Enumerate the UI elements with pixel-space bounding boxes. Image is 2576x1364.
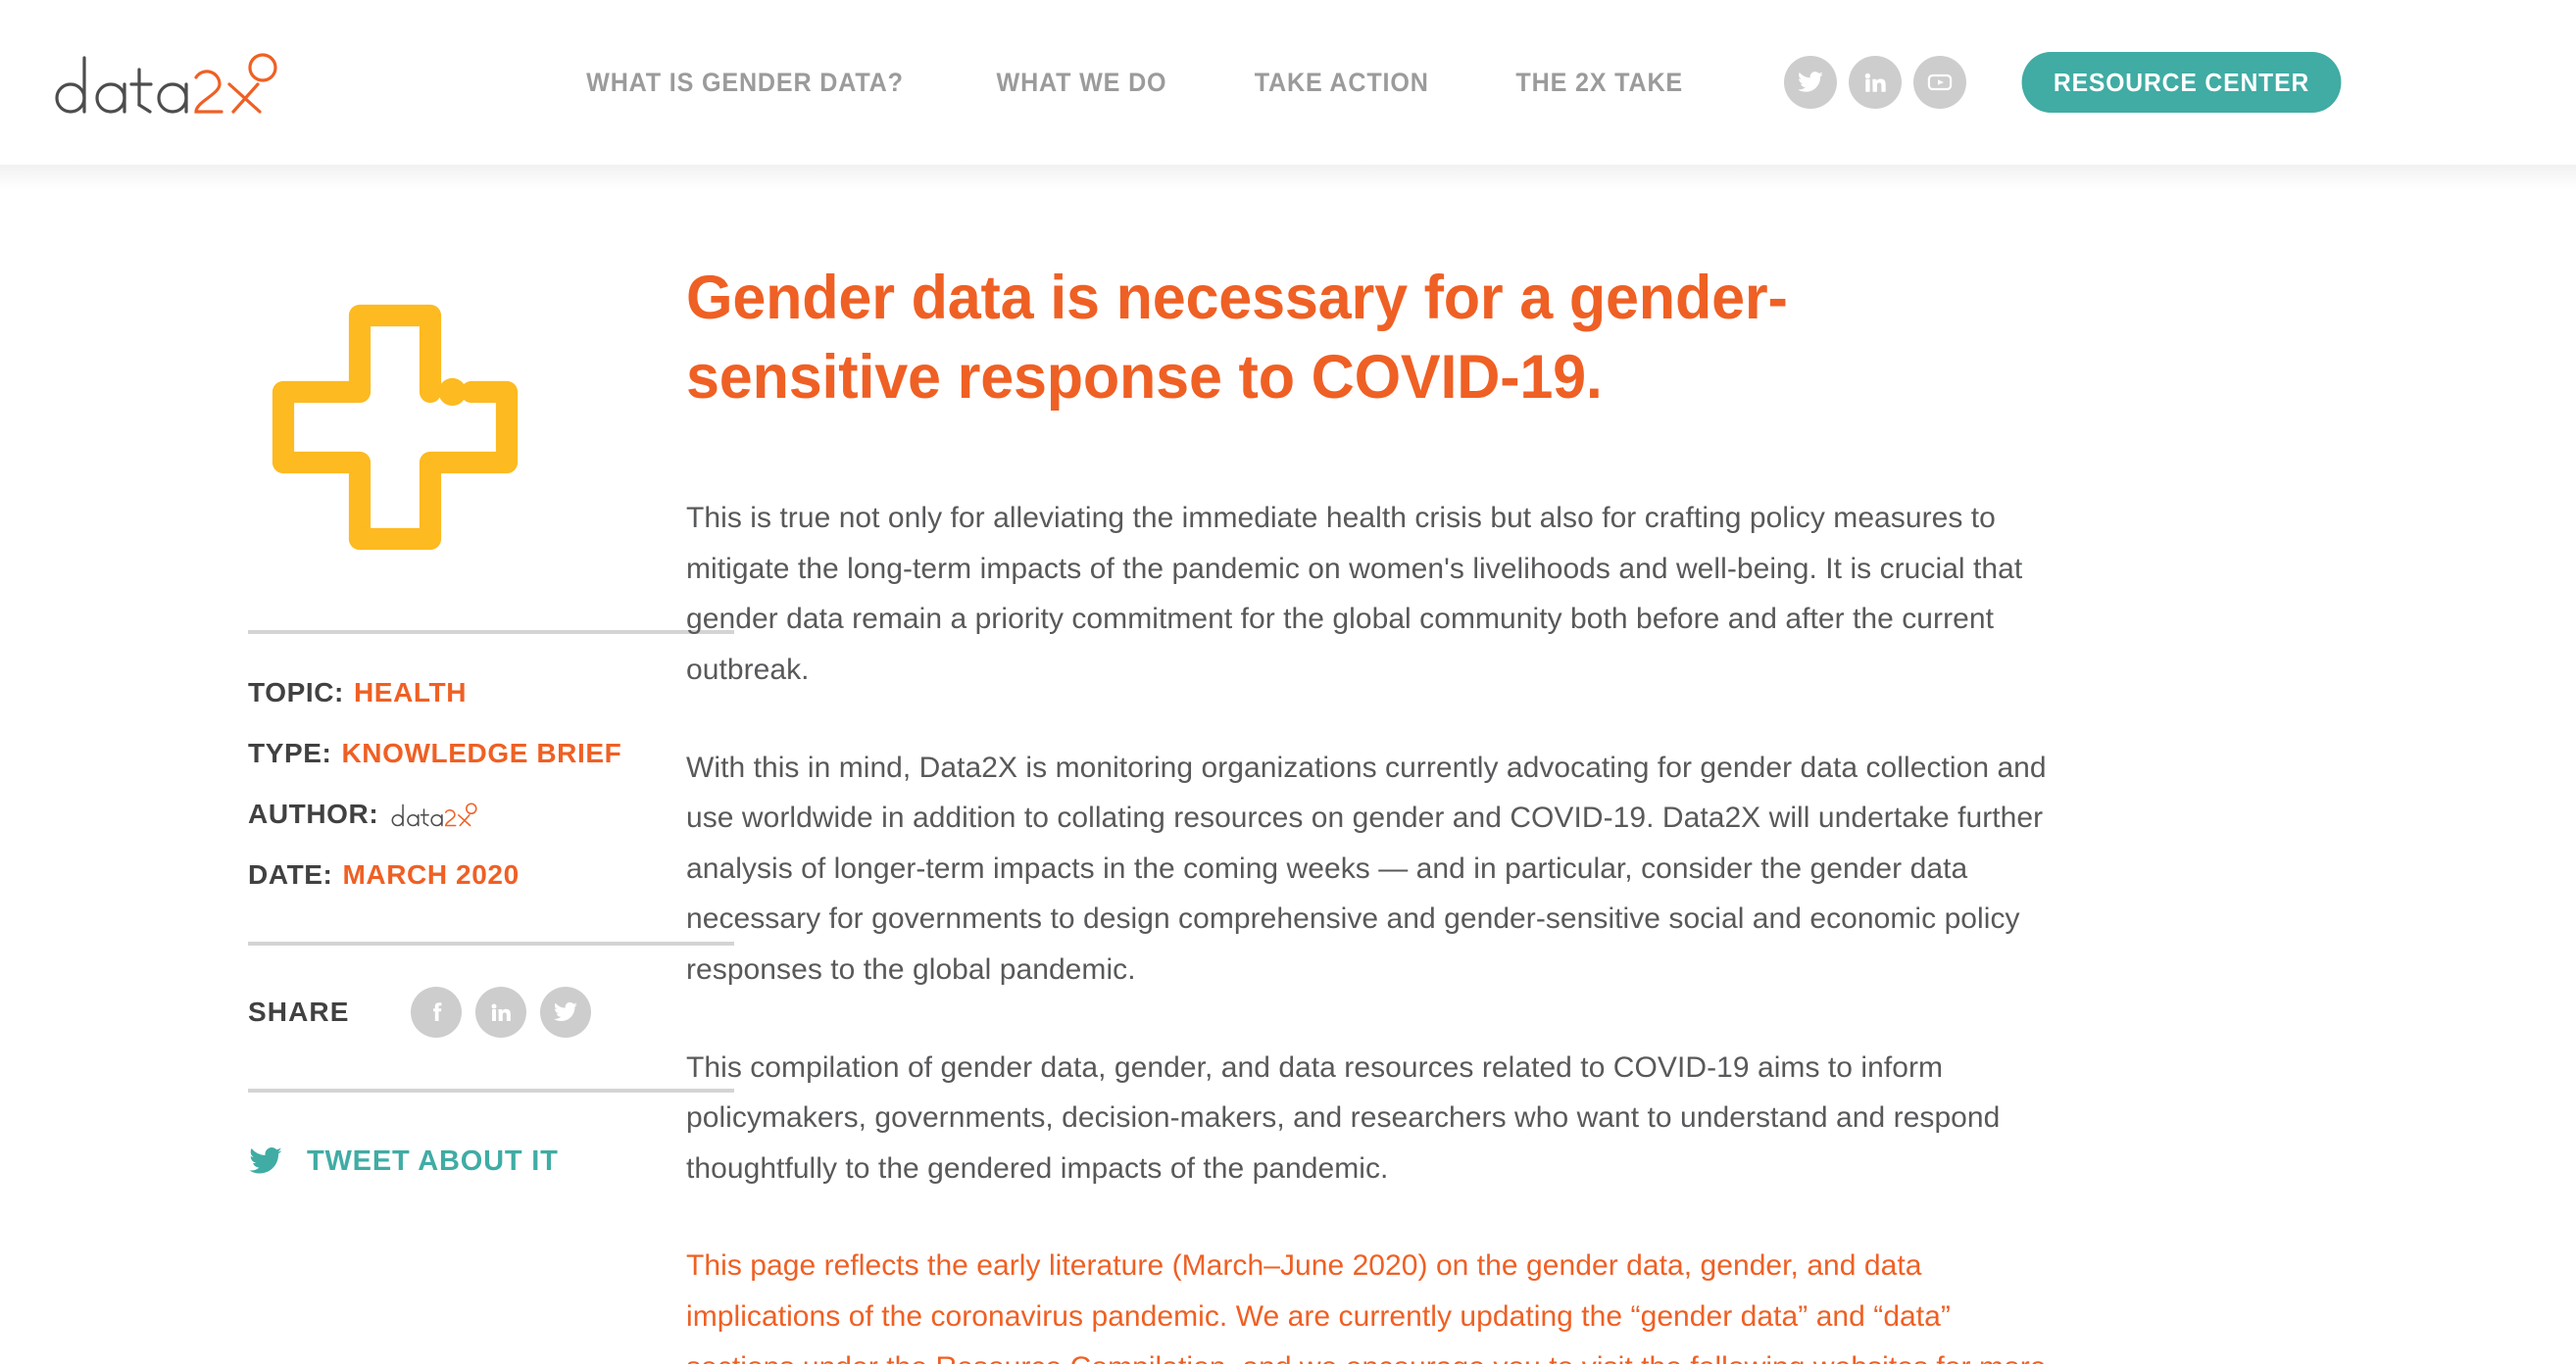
- facebook-icon: [432, 1002, 441, 1021]
- share-label: SHARE: [248, 997, 350, 1027]
- data2x-logo-svg: [55, 53, 277, 114]
- data2x-inline-logo-svg: [391, 803, 477, 827]
- article-metadata: TOPIC: HEALTH TYPE: KNOWLEDGE BRIEF AUTH…: [248, 677, 686, 891]
- meta-date-value[interactable]: MARCH 2020: [342, 859, 519, 891]
- twitter-icon: [249, 1147, 282, 1174]
- site-header: WHAT IS GENDER DATA? WHAT WE DO TAKE ACT…: [0, 0, 2576, 190]
- page-title: Gender data is necessary for a gender-se…: [686, 264, 1788, 412]
- tweet-about-it-link[interactable]: TWEET ABOUT IT: [248, 1144, 686, 1179]
- meta-date: DATE: MARCH 2020: [248, 859, 686, 891]
- health-cross-icon-svg: [272, 304, 519, 551]
- meta-topic-value[interactable]: HEALTH: [354, 677, 467, 708]
- share-icon-list: [410, 987, 591, 1038]
- header-social-twitter[interactable]: [1783, 56, 1837, 109]
- meta-type-value[interactable]: KNOWLEDGE BRIEF: [341, 738, 621, 769]
- share-facebook[interactable]: [410, 987, 462, 1038]
- meta-author: AUTHOR:: [248, 799, 686, 830]
- article-update-note: This page reflects the early literature …: [686, 1249, 2046, 1364]
- meta-author-label: AUTHOR:: [248, 799, 379, 829]
- nav-what-we-do[interactable]: WHAT WE DO: [962, 68, 1202, 98]
- health-cross-dot: [438, 377, 467, 407]
- header-social-linkedin[interactable]: [1848, 56, 1902, 109]
- nav-take-action[interactable]: TAKE ACTION: [1219, 68, 1463, 98]
- twitter-icon: [553, 1001, 577, 1021]
- header-social-youtube[interactable]: [1912, 56, 1966, 109]
- sidebar-divider-middle: [248, 942, 734, 946]
- article-paragraph-2: With this in mind, Data2X is monitoring …: [686, 751, 2047, 986]
- page-body: TOPIC: HEALTH TYPE: KNOWLEDGE BRIEF AUTH…: [0, 165, 2576, 1364]
- twitter-icon: [1797, 72, 1823, 92]
- share-linkedin[interactable]: [474, 987, 526, 1038]
- sidebar-divider-top: [248, 630, 734, 634]
- article-content: Gender data is necessary for a gender-se…: [686, 259, 2254, 1364]
- meta-topic-label: TOPIC:: [248, 677, 344, 707]
- tweet-about-it-label: TWEET ABOUT IT: [307, 1145, 559, 1177]
- linkedin-icon: [491, 1003, 511, 1021]
- share-section: SHARE: [248, 987, 686, 1038]
- share-twitter[interactable]: [539, 987, 591, 1038]
- data2x-logo[interactable]: [51, 44, 335, 121]
- youtube-icon: [1927, 73, 1952, 91]
- sidebar-divider-bottom: [248, 1089, 734, 1093]
- resource-center-button[interactable]: RESOURCE CENTER: [2021, 52, 2342, 113]
- article-paragraph-1: This is true not only for alleviating th…: [686, 502, 2023, 687]
- nav-what-is-gender-data[interactable]: WHAT IS GENDER DATA?: [552, 68, 938, 98]
- health-cross-icon: [248, 280, 686, 579]
- meta-date-label: DATE:: [248, 859, 333, 890]
- article-sidebar: TOPIC: HEALTH TYPE: KNOWLEDGE BRIEF AUTH…: [0, 259, 734, 1364]
- meta-type-label: TYPE:: [248, 738, 332, 768]
- article-paragraph-3: This compilation of gender data, gender,…: [686, 1050, 2001, 1185]
- meta-topic: TOPIC: HEALTH: [248, 677, 686, 708]
- meta-type: TYPE: KNOWLEDGE BRIEF: [248, 738, 686, 769]
- main-navigation: WHAT IS GENDER DATA? WHAT WE DO TAKE ACT…: [537, 68, 1727, 98]
- nav-the-2x-take[interactable]: THE 2X TAKE: [1481, 68, 1717, 98]
- header-social-links: [1783, 56, 1966, 109]
- meta-author-value-logo: [390, 799, 480, 830]
- linkedin-icon: [1864, 73, 1886, 92]
